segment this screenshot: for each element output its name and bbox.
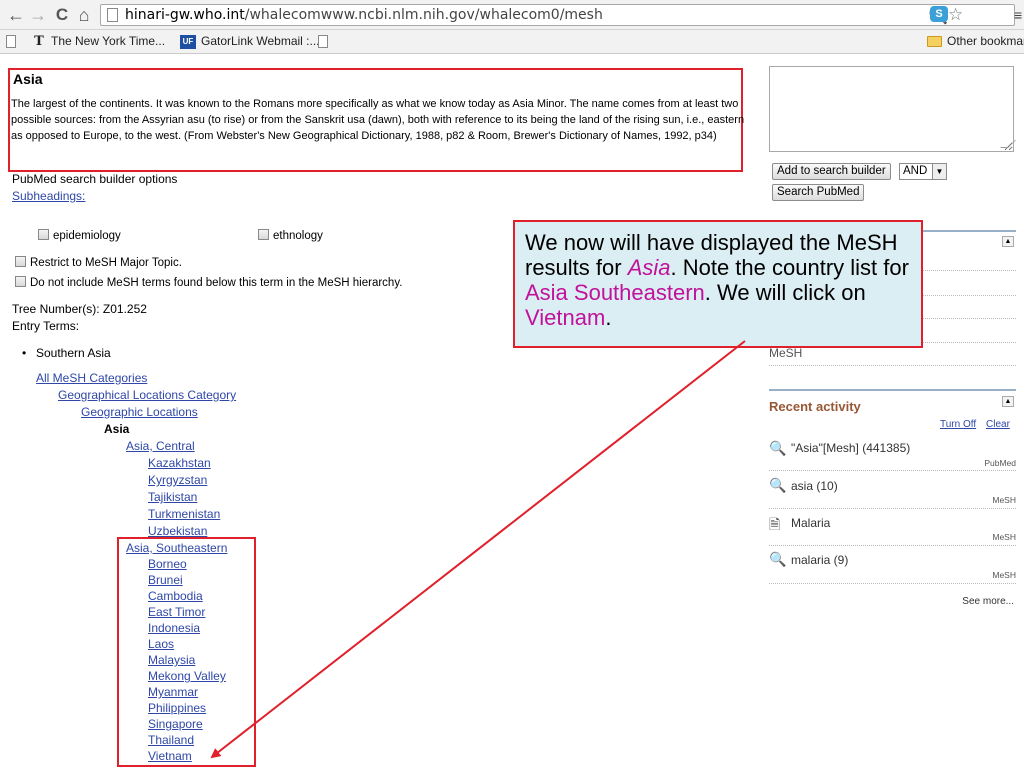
tree-geo-category[interactable]: Geographical Locations Category [58, 387, 236, 404]
callout-asia: Asia [627, 255, 671, 280]
checkbox[interactable] [38, 229, 49, 240]
folder-icon [927, 36, 942, 48]
bookmark-label: GatorLink Webmail :... [201, 34, 320, 48]
bookmark-blank[interactable] [6, 34, 21, 49]
reload-icon[interactable]: C [52, 5, 72, 25]
tree-geo-locations[interactable]: Geographic Locations [81, 404, 198, 421]
search-icon: 🔍 [769, 551, 787, 567]
star-icon[interactable]: ☆ [948, 5, 963, 25]
builder-options-label: PubMed search builder options [12, 172, 178, 186]
divider [769, 470, 1016, 471]
entry-terms-label: Entry Terms: [12, 319, 80, 333]
callout-text: . [605, 305, 612, 330]
restrict-major-topic[interactable]: Restrict to MeSH Major Topic. [15, 256, 182, 269]
divider [769, 545, 1016, 546]
clear-link[interactable]: Clear [986, 419, 1010, 430]
document-icon: 🗎 [769, 516, 781, 532]
menu-icon[interactable]: ≡ [1014, 7, 1022, 23]
checkbox[interactable] [15, 256, 26, 267]
recent-item-db: MeSH [992, 532, 1016, 542]
callout-text: . Note the country list for [670, 255, 909, 280]
recent-activity-title: Recent activity [769, 399, 861, 414]
url-host: hinari-gw.who.int [125, 7, 245, 23]
tree-kazakhstan[interactable]: Kazakhstan [148, 455, 211, 472]
callout-southeastern: Asia Southeastern [525, 280, 705, 305]
browser-toolbar: ← → C ⌂ hinari-gw.who.int/whalecomwww.nc… [0, 0, 1024, 30]
bookmark-gatorlink[interactable]: UF GatorLink Webmail :... [180, 34, 320, 49]
callout-vietnam: Vietnam [525, 305, 606, 330]
checkbox-label: Restrict to MeSH Major Topic. [30, 257, 182, 269]
checkbox[interactable] [15, 276, 26, 287]
search-icon: 🔍 [769, 440, 787, 456]
bookmark-nytimes[interactable]: T The New York Time... [32, 34, 165, 49]
recent-item-link[interactable]: malaria (9) [791, 553, 848, 567]
nytimes-logo-icon: T [34, 33, 44, 49]
divider [769, 508, 1016, 509]
add-to-search-builder-button[interactable]: Add to search builder [772, 163, 891, 180]
blank-page-icon [6, 35, 16, 49]
panel-divider [769, 389, 1016, 391]
checkbox[interactable] [258, 229, 269, 240]
subheading-ethnology[interactable]: ethnology [258, 229, 323, 242]
operator-value: AND [903, 165, 928, 177]
tree-kyrgyzstan[interactable]: Kyrgyzstan [148, 472, 207, 489]
no-explode-option[interactable]: Do not include MeSH terms found below th… [15, 276, 402, 289]
back-arrow-icon[interactable]: ← [6, 5, 26, 25]
recent-item-link[interactable]: "Asia"[Mesh] (441385) [791, 441, 910, 455]
callout-text: . We will click on [704, 280, 866, 305]
skype-extension-icon[interactable]: S [930, 6, 948, 22]
checkbox-label: epidemiology [53, 230, 121, 242]
divider [769, 583, 1016, 584]
tree-current-term: Asia [104, 422, 130, 436]
bookmarks-bar: T The New York Time... UF GatorLink Webmai… [0, 30, 1024, 54]
tree-number: Tree Number(s): Z01.252 [12, 302, 147, 316]
search-builder-query[interactable] [769, 66, 1014, 152]
dropdown-arrow-icon[interactable]: ▼ [932, 164, 946, 179]
url-text: hinari-gw.who.int/whalecomwww.ncbi.nlm.n… [125, 7, 603, 23]
collapse-icon[interactable]: ▲ [1002, 236, 1014, 247]
bookmark-label: Other bookmar [947, 34, 1024, 48]
home-icon[interactable]: ⌂ [74, 5, 94, 25]
arrow-line [210, 340, 746, 759]
recent-item-link[interactable]: asia (10) [791, 479, 838, 493]
address-bar[interactable]: hinari-gw.who.int/whalecomwww.ncbi.nlm.n… [100, 4, 1015, 26]
subheadings-link[interactable]: Subheadings: [12, 189, 85, 203]
forward-arrow-icon[interactable]: → [28, 5, 48, 25]
subheading-epidemiology[interactable]: epidemiology [38, 229, 121, 242]
search-pubmed-button[interactable]: Search PubMed [772, 184, 865, 201]
recent-item-db: PubMed [984, 458, 1016, 468]
page-icon [107, 8, 118, 22]
recent-item-db: MeSH [992, 570, 1016, 580]
tree-all-categories[interactable]: All MeSH Categories [36, 370, 147, 387]
operator-select[interactable]: AND ▼ [899, 163, 947, 180]
uf-logo-icon: UF [180, 34, 196, 49]
url-path: /whalecomwww.ncbi.nlm.nih.gov/whalecom0/… [244, 7, 603, 23]
recent-item-db: MeSH [992, 495, 1016, 505]
turn-off-link[interactable]: Turn Off [940, 419, 976, 430]
checkbox-label: Do not include MeSH terms found below th… [30, 277, 403, 289]
southeastern-list-highlight [117, 537, 256, 767]
recent-item-link[interactable]: Malaria [791, 516, 830, 530]
scope-note: The largest of the continents. It was kn… [11, 98, 745, 142]
annotation-callout: We now will have displayed the MeSH resu… [513, 220, 923, 348]
tree-turkmenistan[interactable]: Turkmenistan [148, 506, 220, 523]
tree-asia-central[interactable]: Asia, Central [126, 438, 195, 455]
tree-tajikistan[interactable]: Tajikistan [148, 489, 197, 506]
page-title: Asia [13, 71, 43, 87]
checkbox-label: ethnology [273, 230, 323, 242]
entry-term: Southern Asia [22, 346, 111, 360]
divider [769, 365, 1016, 366]
search-icon: 🔍 [769, 477, 787, 493]
bookmark-blank-2[interactable] [318, 34, 333, 49]
mesh-link[interactable]: MeSH [769, 346, 802, 360]
collapse-icon[interactable]: ▲ [1002, 396, 1014, 407]
see-more-link[interactable]: See more... [962, 596, 1014, 607]
bookmark-other[interactable]: Other bookmar [927, 34, 1024, 48]
blank-page-icon [318, 35, 328, 49]
bookmark-label: The New York Time... [51, 34, 166, 48]
